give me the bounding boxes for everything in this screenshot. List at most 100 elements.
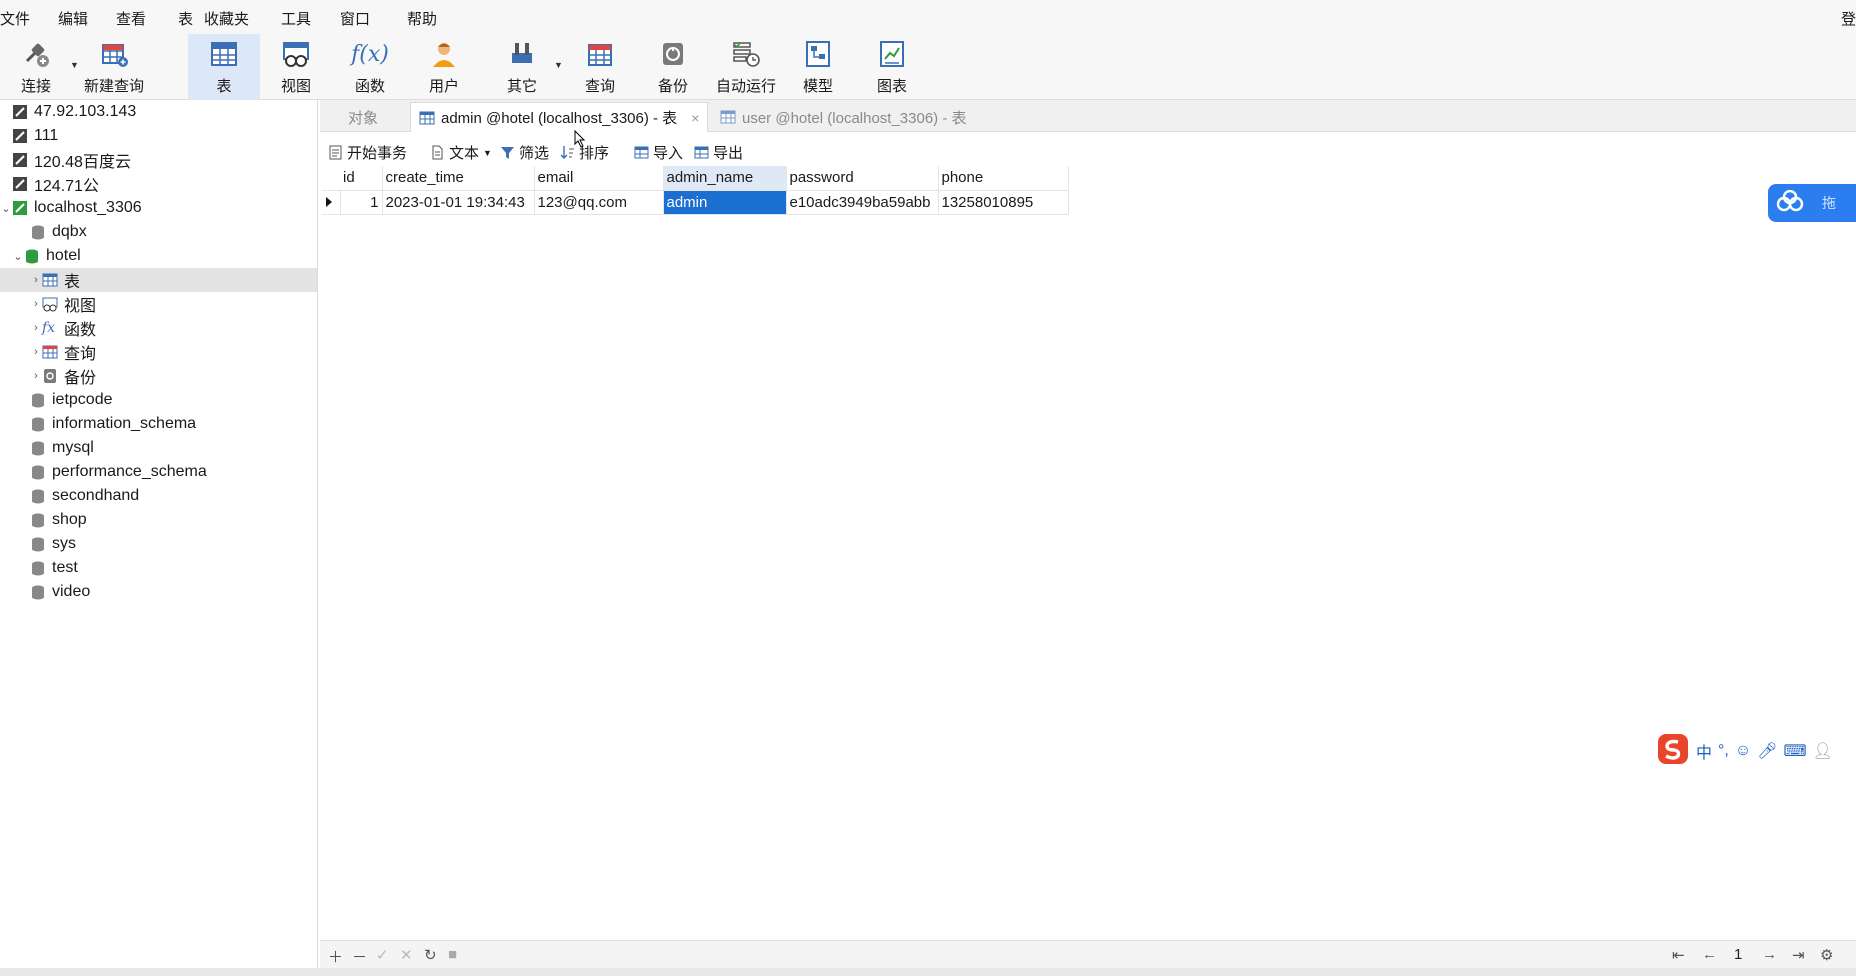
first-page-icon[interactable]: ⇤ (1672, 946, 1685, 964)
ime-chinese-mode[interactable]: 中 (1696, 739, 1712, 763)
export-button[interactable]: 导出 (694, 142, 743, 163)
next-page-icon[interactable]: → (1762, 946, 1777, 963)
user-button[interactable]: 用户 (426, 34, 462, 100)
new-query-button[interactable]: 新建查询 (82, 34, 146, 100)
menu-window[interactable]: 窗口 (340, 8, 370, 29)
add-record-icon[interactable]: ＋ (328, 946, 343, 967)
tree-database-hotel[interactable]: ⌄ hotel (0, 244, 317, 268)
tree-database[interactable]: test (0, 556, 317, 580)
cell-create-time[interactable]: 2023-01-01 19:34:43 (382, 190, 535, 215)
view-icon (42, 296, 58, 312)
connection-icon (12, 128, 28, 144)
function-button[interactable]: f(x) 函数 (351, 34, 389, 100)
tree-item-queries[interactable]: › 查询 (0, 340, 317, 364)
chevron-down-icon[interactable]: ⌄ (0, 202, 12, 215)
gear-icon[interactable]: ⚙ (1820, 946, 1833, 964)
microphone-icon[interactable]: 🎤︎ (1757, 741, 1777, 761)
menu-favorites[interactable]: 收藏夹 (204, 8, 249, 29)
begin-transaction-button[interactable]: 开始事务 (328, 142, 407, 163)
ime-toolbar[interactable]: 中 °, ☺ 🎤︎ ⌨ 👤︎ (1656, 732, 1856, 770)
column-header-admin-name[interactable]: admin_name (663, 166, 787, 191)
tree-database[interactable]: shop (0, 508, 317, 532)
apply-icon[interactable]: ✓ (376, 946, 389, 964)
tree-item-backups[interactable]: › 备份 (0, 364, 317, 388)
filter-button[interactable]: 筛选 (500, 142, 549, 163)
keyboard-icon[interactable]: ⌨ (1784, 741, 1807, 761)
tree-connection[interactable]: 124.71公 (0, 172, 317, 196)
tree-database[interactable]: performance_schema (0, 460, 317, 484)
tree-item-views[interactable]: › 视图 (0, 292, 317, 316)
chevron-right-icon[interactable]: › (30, 274, 42, 286)
login-link[interactable]: 登 (1841, 8, 1856, 29)
export-icon (694, 145, 709, 160)
page-number[interactable]: 1 (1734, 946, 1742, 963)
other-dropdown-icon[interactable]: ▼ (554, 60, 563, 70)
chevron-right-icon[interactable]: › (30, 346, 42, 358)
menu-table[interactable]: 表 (178, 8, 193, 29)
query-button[interactable]: 查询 (582, 34, 618, 100)
backup-button[interactable]: 备份 (655, 34, 691, 100)
delete-record-icon[interactable]: － (352, 946, 367, 967)
cell-admin-name[interactable]: admin (663, 190, 787, 215)
discard-icon[interactable]: ✕ (400, 946, 413, 964)
connection-icon (12, 104, 28, 120)
other-button[interactable]: 其它 (504, 34, 540, 100)
stop-icon[interactable]: ■ (448, 946, 457, 963)
chevron-right-icon[interactable]: › (30, 298, 42, 310)
tree-database[interactable]: sys (0, 532, 317, 556)
user-icon[interactable]: 👤︎ (1813, 741, 1833, 761)
cell-password[interactable]: e10adc3949ba59abb (786, 190, 939, 215)
tab-admin-table[interactable]: admin @hotel (localhost_3306) - 表 × (410, 102, 709, 132)
auto-run-button[interactable]: 自动运行 (714, 34, 778, 100)
prev-page-icon[interactable]: ← (1702, 946, 1717, 963)
tree-database[interactable]: dqbx (0, 220, 317, 244)
row-indicator-icon[interactable] (322, 190, 341, 215)
tree-database[interactable]: video (0, 580, 317, 604)
close-icon[interactable]: × (691, 110, 699, 126)
database-icon (30, 224, 46, 240)
tree-connection[interactable]: 111 (0, 124, 317, 148)
chevron-down-icon[interactable]: ⌄ (12, 250, 24, 263)
tree-database[interactable]: mysql (0, 436, 317, 460)
table-row[interactable]: 1 2023-01-01 19:34:43 123@qq.com admin e… (322, 190, 1069, 215)
table-button[interactable]: 表 (188, 34, 260, 100)
baidu-float-widget[interactable]: 拖 (1768, 184, 1856, 222)
column-header-email[interactable]: email (534, 166, 664, 191)
import-button[interactable]: 导入 (634, 142, 683, 163)
view-button[interactable]: 视图 (278, 34, 314, 100)
menu-help[interactable]: 帮助 (407, 8, 437, 29)
tree-database[interactable]: ietpcode (0, 388, 317, 412)
connect-dropdown-icon[interactable]: ▼ (70, 60, 79, 70)
refresh-icon[interactable]: ↻ (424, 946, 437, 964)
cell-email[interactable]: 123@qq.com (534, 190, 664, 215)
tree-connection-localhost[interactable]: ⌄ localhost_3306 (0, 196, 317, 220)
tree-database[interactable]: information_schema (0, 412, 317, 436)
last-page-icon[interactable]: ⇥ (1792, 946, 1805, 964)
column-header-id[interactable]: id (340, 166, 383, 191)
transaction-icon (328, 145, 343, 160)
punctuation-icon[interactable]: °, (1718, 742, 1729, 760)
column-header-phone[interactable]: phone (938, 166, 1069, 191)
menu-edit[interactable]: 编辑 (58, 8, 88, 29)
tree-item-functions[interactable]: › fx 函数 (0, 316, 317, 340)
menu-file[interactable]: 文件 (0, 8, 30, 29)
chart-button[interactable]: 图表 (874, 34, 910, 100)
tree-connection[interactable]: 47.92.103.143 (0, 100, 317, 124)
cell-phone[interactable]: 13258010895 (938, 190, 1069, 215)
column-header-password[interactable]: password (786, 166, 939, 191)
menu-tools[interactable]: 工具 (281, 8, 311, 29)
cell-id[interactable]: 1 (340, 190, 383, 215)
tab-objects[interactable]: 对象 (340, 102, 386, 132)
text-button[interactable]: 文本 ▼ (430, 142, 492, 163)
connect-button[interactable]: 连接 (12, 34, 60, 100)
chevron-right-icon[interactable]: › (30, 322, 42, 334)
tree-database[interactable]: secondhand (0, 484, 317, 508)
tab-user-table[interactable]: user @hotel (localhost_3306) - 表 (712, 102, 975, 132)
chevron-right-icon[interactable]: › (30, 370, 42, 382)
tree-item-tables[interactable]: › 表 (0, 268, 317, 292)
tree-connection[interactable]: 120.48百度云 (0, 148, 317, 172)
column-header-create-time[interactable]: create_time (382, 166, 535, 191)
emoji-icon[interactable]: ☺ (1735, 742, 1751, 760)
model-button[interactable]: 模型 (800, 34, 836, 100)
menu-view[interactable]: 查看 (116, 8, 146, 29)
